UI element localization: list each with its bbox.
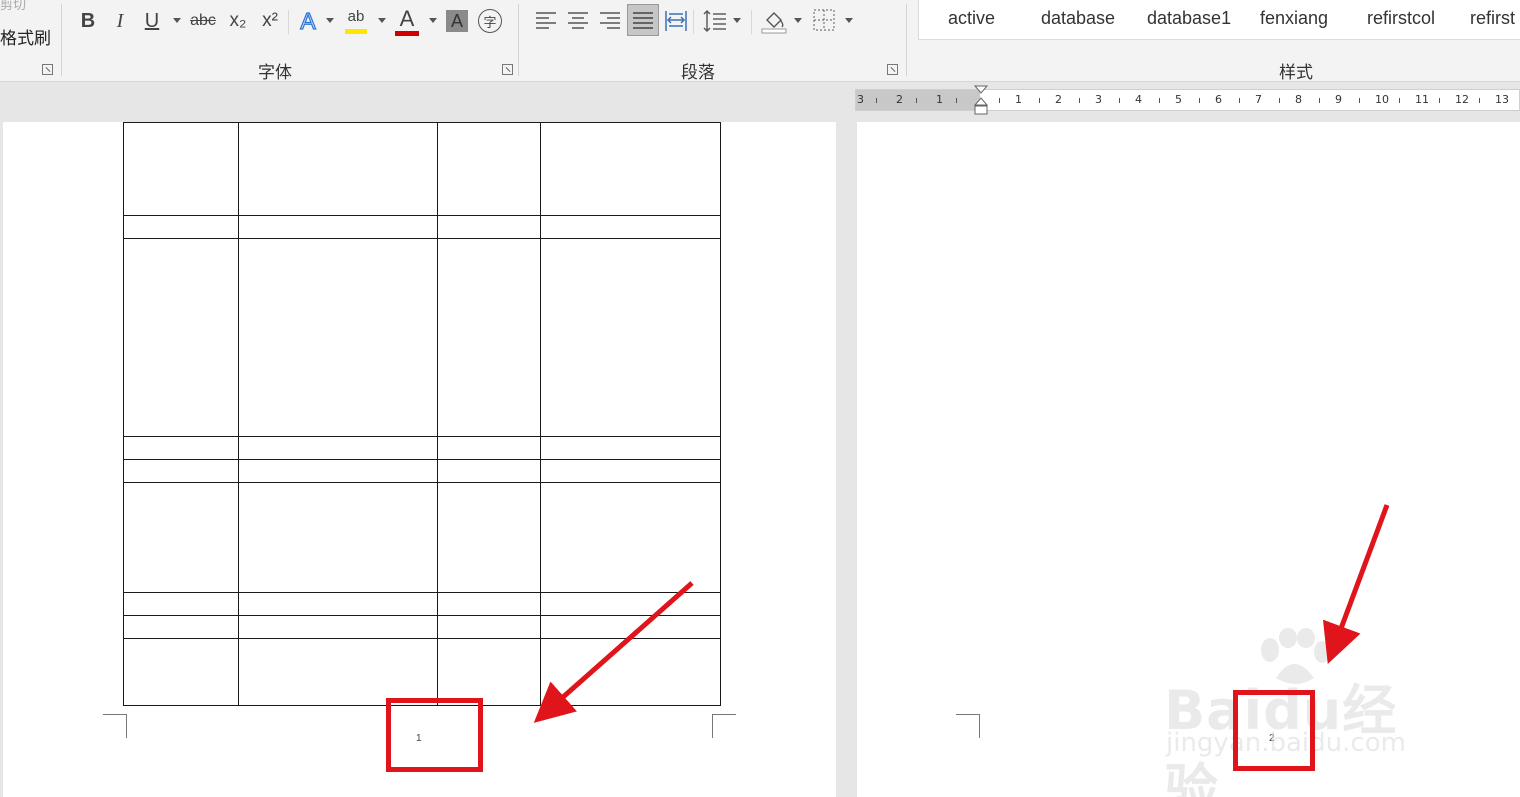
arrow-to-page-1-number <box>533 581 694 723</box>
arrow-to-page-2-number <box>1322 504 1390 665</box>
annotation-arrows <box>533 504 1390 723</box>
